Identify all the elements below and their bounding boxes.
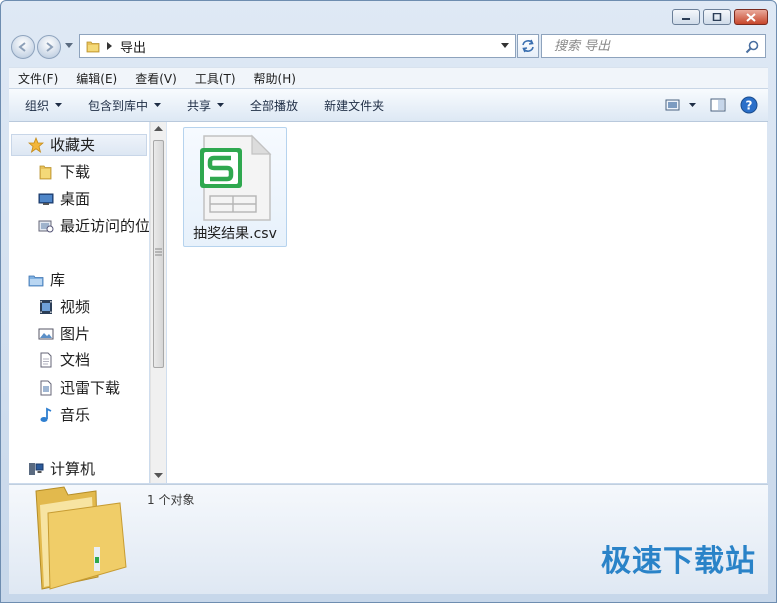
scroll-down-icon[interactable]	[154, 473, 163, 479]
close-icon	[746, 12, 756, 22]
computer-icon	[27, 460, 45, 478]
file-item[interactable]: 抽奖结果.csv	[183, 127, 287, 247]
scroll-up-icon[interactable]	[154, 126, 163, 132]
wps-spreadsheet-icon	[200, 134, 272, 221]
nav-item-desktop[interactable]: 桌面	[37, 188, 90, 209]
menu-edit[interactable]: 编辑(E)	[67, 70, 126, 87]
nav-libraries-label: 库	[50, 271, 66, 289]
chevron-down-icon	[154, 102, 162, 107]
navigation-pane: 收藏夹 下载 桌面 最近访问的位置 库	[9, 122, 149, 483]
nav-item-label: 音乐	[60, 406, 91, 424]
music-note-icon	[37, 406, 55, 424]
nav-computer[interactable]: 计算机	[27, 458, 95, 479]
command-bar: 组织 包含到库中 共享 全部播放 新建文件夹 ?	[9, 88, 768, 122]
menu-tools[interactable]: 工具(T)	[186, 70, 245, 87]
new-folder-button[interactable]: 新建文件夹	[324, 97, 384, 114]
file-list-area[interactable]: 抽奖结果.csv	[167, 122, 767, 483]
library-icon	[27, 271, 45, 289]
explorer-window: 导出 文件(F) 编辑(E) 查看(V) 工具(T) 帮助(H)	[0, 0, 777, 603]
organize-label: 组织	[25, 98, 50, 113]
recent-places-icon	[37, 217, 55, 235]
help-icon[interactable]: ?	[740, 96, 758, 114]
search-input[interactable]	[552, 37, 756, 55]
arrow-left-icon	[18, 42, 26, 52]
breadcrumb-arrow-icon[interactable]	[107, 42, 113, 50]
folder-icon	[37, 163, 55, 181]
share-label: 共享	[187, 98, 212, 113]
play-all-button[interactable]: 全部播放	[250, 97, 298, 114]
nav-item-documents[interactable]: 文档	[37, 349, 90, 370]
search-icon[interactable]	[745, 40, 759, 54]
address-dropdown-icon[interactable]	[501, 43, 509, 49]
address-bar[interactable]: 导出	[79, 34, 516, 58]
nav-computer-label: 计算机	[50, 460, 96, 478]
nav-favorites-label: 收藏夹	[50, 136, 96, 154]
view-controls: ?	[665, 96, 758, 114]
back-button[interactable]	[11, 35, 35, 59]
maximize-icon	[712, 13, 722, 21]
close-button[interactable]	[734, 9, 768, 25]
document-icon	[37, 351, 55, 369]
minimize-icon	[682, 18, 690, 20]
menu-file[interactable]: 文件(F)	[9, 70, 67, 87]
file-name: 抽奖结果.csv	[193, 226, 277, 242]
watermark-text: 极速下载站	[601, 544, 756, 579]
nav-item-label: 下载	[60, 163, 91, 181]
star-icon	[27, 136, 45, 154]
address-path[interactable]: 导出	[120, 37, 146, 56]
video-icon	[37, 298, 55, 316]
chevron-down-icon	[55, 102, 63, 107]
chevron-down-icon	[217, 102, 225, 107]
nav-favorites[interactable]: 收藏夹	[27, 134, 95, 155]
nav-item-label: 迅雷下载	[60, 379, 121, 397]
change-view-button[interactable]	[665, 99, 696, 111]
refresh-button[interactable]	[517, 34, 539, 58]
refresh-icon	[522, 39, 534, 53]
nav-item-label: 图片	[60, 325, 91, 343]
svg-text:?: ?	[746, 99, 753, 113]
nav-item-videos[interactable]: 视频	[37, 296, 90, 317]
arrow-right-icon	[46, 42, 54, 52]
nav-item-label: 最近访问的位置	[60, 217, 149, 235]
chevron-down-icon	[689, 102, 696, 107]
search-box[interactable]	[541, 34, 766, 58]
minimize-button[interactable]	[672, 9, 700, 25]
caption-buttons	[672, 9, 768, 25]
include-in-library-button[interactable]: 包含到库中	[88, 97, 162, 114]
details-pane: 1 个对象 极速下载站	[9, 484, 768, 594]
play-all-label: 全部播放	[250, 98, 299, 113]
nav-item-label: 文档	[60, 351, 91, 369]
include-label: 包含到库中	[88, 98, 149, 113]
nav-item-music[interactable]: 音乐	[37, 404, 90, 425]
share-button[interactable]: 共享	[187, 97, 225, 114]
view-icon	[665, 99, 680, 111]
preview-pane-icon[interactable]	[710, 98, 726, 112]
nav-item-label: 桌面	[60, 190, 91, 208]
nav-item-downloads[interactable]: 下载	[37, 161, 90, 182]
folder-icon	[35, 486, 127, 590]
item-count: 1 个对象	[147, 493, 195, 507]
menu-help[interactable]: 帮助(H)	[245, 70, 305, 87]
navigation-scrollbar[interactable]	[150, 122, 166, 483]
maximize-button[interactable]	[703, 9, 731, 25]
nav-item-recent-places[interactable]: 最近访问的位置	[37, 215, 149, 236]
forward-button[interactable]	[37, 35, 61, 59]
navigation-row: 导出	[9, 34, 768, 60]
menu-bar: 文件(F) 编辑(E) 查看(V) 工具(T) 帮助(H)	[9, 67, 768, 88]
recent-pages-dropdown-icon[interactable]	[65, 43, 73, 49]
scroll-grip-icon	[155, 248, 162, 256]
nav-item-pictures[interactable]: 图片	[37, 323, 90, 344]
organize-button[interactable]: 组织	[25, 97, 63, 114]
menu-view[interactable]: 查看(V)	[126, 70, 186, 87]
nav-item-thunder-downloads[interactable]: 迅雷下载	[37, 377, 120, 398]
nav-item-label: 视频	[60, 298, 91, 316]
nav-libraries[interactable]: 库	[27, 269, 65, 290]
desktop-icon	[37, 190, 55, 208]
document-icon	[37, 379, 55, 397]
pictures-icon	[37, 325, 55, 343]
new-folder-label: 新建文件夹	[324, 98, 385, 113]
folder-icon	[86, 41, 100, 53]
